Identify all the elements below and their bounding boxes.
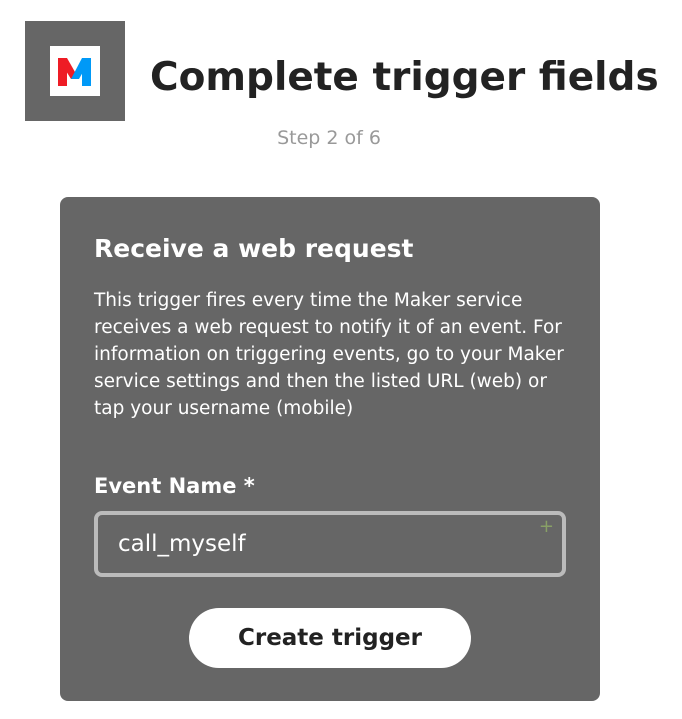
event-name-field[interactable]: + bbox=[94, 511, 566, 577]
step-indicator: Step 2 of 6 bbox=[277, 127, 381, 149]
maker-logo-svg bbox=[58, 58, 91, 86]
create-trigger-button[interactable]: Create trigger bbox=[189, 608, 471, 668]
trigger-title: Receive a web request bbox=[94, 234, 414, 263]
trigger-card: Receive a web request This trigger fires… bbox=[60, 197, 600, 701]
service-logo bbox=[25, 21, 125, 121]
event-name-input[interactable] bbox=[98, 515, 562, 573]
logo-right-stroke bbox=[82, 58, 91, 86]
page-title: Complete trigger fields bbox=[150, 55, 659, 100]
trigger-description: This trigger fires every time the Maker … bbox=[94, 290, 564, 419]
plus-icon[interactable]: + bbox=[539, 517, 554, 537]
maker-logo-icon bbox=[50, 46, 100, 96]
event-name-label: Event Name * bbox=[94, 474, 255, 498]
